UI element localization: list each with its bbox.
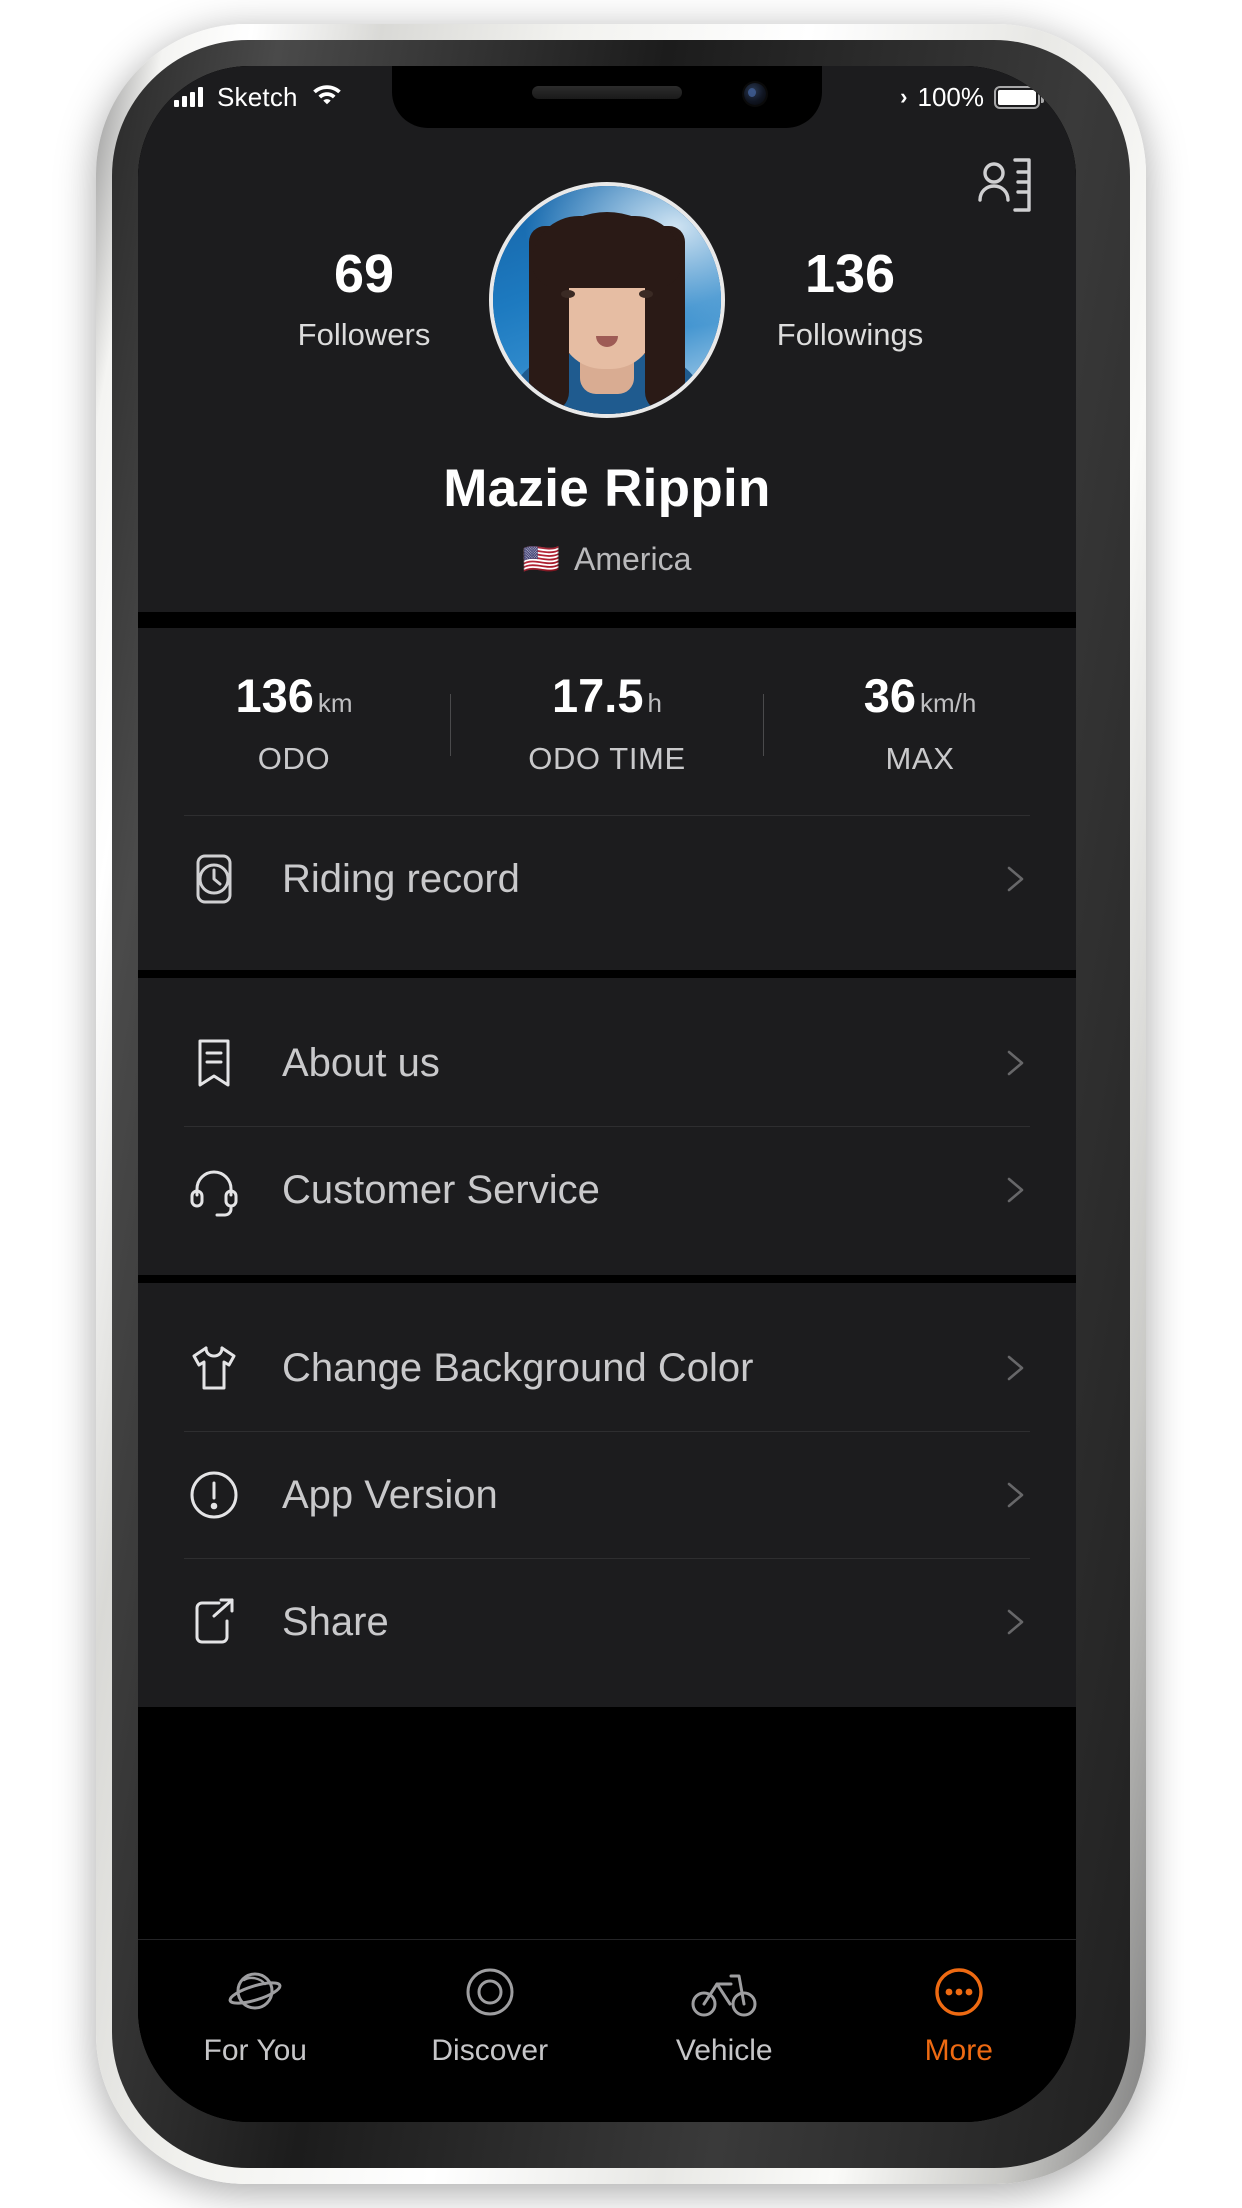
menu-item-app-version[interactable]: App Version xyxy=(138,1432,1076,1558)
menu-item-label: Share xyxy=(282,1599,389,1644)
menu-item-customer-service[interactable]: Customer Service xyxy=(138,1127,1076,1253)
card-top-pad xyxy=(138,978,1076,1000)
stat-odo-time-title: ODO TIME xyxy=(528,741,686,776)
chevron-right-icon xyxy=(1000,864,1030,894)
followers-stat[interactable]: 69 Followers xyxy=(239,247,489,353)
cellular-bars-icon xyxy=(174,87,203,107)
country-label: America xyxy=(574,541,692,577)
profile-identity-row: 69 Followers 136 Followings xyxy=(138,182,1076,418)
us-flag-icon: 🇺🇸 xyxy=(522,542,560,576)
avatar-eye-left xyxy=(561,290,575,298)
front-camera xyxy=(744,83,766,105)
exclamation-circle-icon xyxy=(184,1465,244,1525)
stat-odo-time: 17.5 h ODO TIME xyxy=(451,672,763,777)
phone-frame-inner: 69 Followers 136 Followings Mazie Rippin… xyxy=(112,40,1130,2168)
stat-max-unit: km/h xyxy=(919,688,977,718)
card-gap xyxy=(138,970,1076,978)
chevron-right-icon xyxy=(1000,1048,1030,1078)
contact-card-icon[interactable] xyxy=(974,154,1036,216)
tab-label: For You xyxy=(203,2034,307,2067)
stat-odo-value: 136 km xyxy=(235,669,353,722)
stat-odo-time-unit: h xyxy=(647,688,662,718)
location-chevron-icon: › xyxy=(900,84,908,109)
app-root: 69 Followers 136 Followings Mazie Rippin… xyxy=(138,66,1076,2122)
chevron-right-icon xyxy=(1000,1480,1030,1510)
stat-odo-time-value: 17.5 h xyxy=(552,669,662,722)
tab-discover[interactable]: Discover xyxy=(373,1962,608,2068)
card-gap xyxy=(138,1275,1076,1283)
stat-odo-unit: km xyxy=(317,688,353,718)
phone-frame: 69 Followers 136 Followings Mazie Rippin… xyxy=(96,24,1146,2184)
menu-item-riding-record[interactable]: Riding record xyxy=(138,816,1076,942)
user-country: 🇺🇸 America xyxy=(138,541,1076,578)
odo-stats-row: 136 km ODO 17.5 h ODO TIME 36 km/h MAX xyxy=(138,628,1076,815)
menu-item-about-us[interactable]: About us xyxy=(138,1000,1076,1126)
card-bottom-pad xyxy=(138,942,1076,970)
earpiece-speaker xyxy=(532,86,682,99)
followings-label: Followings xyxy=(776,317,924,352)
user-name: Mazie Rippin xyxy=(443,459,771,518)
settings-card: Change Background Color App Version Shar… xyxy=(138,1283,1076,1707)
carrier-label: Sketch xyxy=(217,81,298,112)
chevron-right-icon xyxy=(1000,1607,1030,1637)
chevron-right-icon xyxy=(1000,1353,1030,1383)
phone-screen: 69 Followers 136 Followings Mazie Rippin… xyxy=(138,66,1076,2122)
tab-label: More xyxy=(924,2034,993,2067)
menu-item-label: Customer Service xyxy=(282,1167,600,1212)
stat-odo-title: ODO xyxy=(257,741,331,776)
status-bar-right: › 100% xyxy=(900,81,1044,113)
avatar-fringe xyxy=(532,216,682,288)
wifi-icon xyxy=(312,83,342,112)
card-gap xyxy=(138,612,1076,620)
menu-item-change-background-color[interactable]: Change Background Color xyxy=(138,1305,1076,1431)
tab-more[interactable]: More xyxy=(842,1962,1077,2068)
chevron-right-icon xyxy=(1000,1175,1030,1205)
followers-label: Followers xyxy=(297,317,431,352)
status-bar-left: Sketch xyxy=(174,82,342,113)
card-bottom-pad xyxy=(138,1253,1076,1275)
more-dots-circle-icon xyxy=(842,1962,1077,2024)
bookmark-document-icon xyxy=(184,1033,244,1093)
followings-stat[interactable]: 136 Followings xyxy=(725,247,975,353)
menu-item-label: Riding record xyxy=(282,856,520,901)
card-bottom-pad xyxy=(138,1685,1076,1707)
target-circles-icon xyxy=(373,1962,608,2024)
menu-item-label: App Version xyxy=(282,1472,498,1517)
tab-label: Discover xyxy=(431,2034,549,2067)
share-export-icon xyxy=(184,1592,244,1652)
menu-item-share[interactable]: Share xyxy=(138,1559,1076,1685)
card-top-pad xyxy=(138,1283,1076,1305)
headset-icon xyxy=(184,1160,244,1220)
followings-count: 136 xyxy=(804,244,896,304)
clock-record-icon xyxy=(184,849,244,909)
tshirt-icon xyxy=(184,1338,244,1398)
bottom-tab-bar: For You Discover Vehicle More xyxy=(138,1939,1076,2122)
tab-vehicle[interactable]: Vehicle xyxy=(607,1962,842,2068)
planet-icon xyxy=(138,1962,373,2024)
battery-full-icon xyxy=(994,85,1044,109)
followers-count: 69 xyxy=(333,244,395,304)
stat-max-title: MAX xyxy=(885,741,955,776)
battery-percent-label: 100% xyxy=(917,81,985,112)
profile-header-card: 69 Followers 136 Followings Mazie Rippin… xyxy=(138,66,1076,612)
menu-item-label: Change Background Color xyxy=(282,1345,754,1390)
notch xyxy=(392,66,822,128)
stat-odo: 136 km ODO xyxy=(138,672,450,777)
bicycle-icon xyxy=(607,1962,842,2024)
support-card: About us Customer Service xyxy=(138,978,1076,1275)
stats-card: 136 km ODO 17.5 h ODO TIME 36 km/h MAX R… xyxy=(138,628,1076,970)
tab-label: Vehicle xyxy=(675,2034,773,2067)
stat-max-value: 36 km/h xyxy=(863,669,977,722)
menu-item-label: About us xyxy=(282,1040,440,1085)
tab-for-you[interactable]: For You xyxy=(138,1962,373,2068)
avatar[interactable] xyxy=(489,182,725,418)
stat-max: 36 km/h MAX xyxy=(764,672,1076,777)
avatar-eye-right xyxy=(639,290,653,298)
